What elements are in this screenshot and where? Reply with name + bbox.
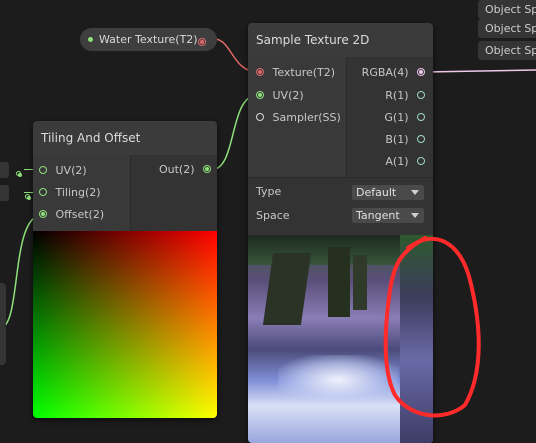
texture-port-icon[interactable] xyxy=(256,68,264,76)
offscreen-input-uv xyxy=(0,162,9,178)
tiling-panel-divider xyxy=(130,155,131,231)
chevron-down-icon xyxy=(411,213,419,218)
offscreen-port-tiling[interactable] xyxy=(24,193,31,200)
offset-port-icon[interactable] xyxy=(39,210,47,218)
tiling-input-offset-label: Offset(2) xyxy=(55,208,105,221)
out-port-icon[interactable] xyxy=(203,165,211,173)
wire-rgba xyxy=(424,69,536,73)
a-port-icon[interactable] xyxy=(417,157,425,165)
b-port-icon[interactable] xyxy=(417,135,425,143)
tiling-input-tiling-label: Tiling(2) xyxy=(55,186,101,199)
object-space-button-2[interactable]: Object Spa xyxy=(478,19,536,38)
offscreen-port-uv[interactable] xyxy=(16,170,22,177)
input-uv-label: UV(2) xyxy=(272,89,304,102)
space-dropdown-value: Tangent xyxy=(356,209,400,222)
input-texture[interactable]: Texture(T2) xyxy=(256,62,335,84)
preview-tree-center xyxy=(328,247,350,317)
output-g[interactable]: G(1) xyxy=(384,107,425,129)
type-label: Type xyxy=(256,185,282,198)
input-uv[interactable]: UV(2) xyxy=(256,85,304,107)
tiling-input-offset[interactable]: Offset(2) xyxy=(39,204,104,226)
tiling-input-uv[interactable]: UV(2) xyxy=(39,160,87,182)
uv-port-icon[interactable] xyxy=(256,91,264,99)
tiling-and-offset-node[interactable]: Tiling And Offset UV(2) Tiling(2) Offset… xyxy=(33,121,217,418)
rgba-port-icon[interactable] xyxy=(417,68,425,76)
panel-divider xyxy=(346,57,347,177)
sample-texture-title: Sample Texture 2D xyxy=(248,23,433,57)
output-a-label: A(1) xyxy=(385,155,409,168)
output-rgba[interactable]: RGBA(4) xyxy=(362,62,425,84)
uv-port-icon[interactable] xyxy=(39,166,47,174)
space-label: Space xyxy=(256,209,290,222)
input-sampler[interactable]: Sampler(SS) xyxy=(256,107,341,129)
r-port-icon[interactable] xyxy=(417,91,425,99)
output-a[interactable]: A(1) xyxy=(385,151,425,173)
output-r-label: R(1) xyxy=(385,89,409,102)
water-texture-output-port[interactable] xyxy=(198,38,206,46)
output-r[interactable]: R(1) xyxy=(385,85,425,107)
g-port-icon[interactable] xyxy=(417,113,425,121)
tiling-offset-title: Tiling And Offset xyxy=(33,121,217,155)
red-circle-annotation xyxy=(383,236,481,418)
property-dot-icon xyxy=(88,37,93,42)
object-space-button-1[interactable]: Object Spa xyxy=(478,0,536,19)
water-texture-label: Water Texture(T2) xyxy=(99,33,198,46)
tiling-input-tiling[interactable]: Tiling(2) xyxy=(39,182,101,204)
offscreen-input-tiling xyxy=(0,185,9,201)
uv-gradient-preview xyxy=(33,231,217,418)
preview-tree-right xyxy=(353,255,367,310)
output-g-label: G(1) xyxy=(384,111,409,124)
output-b[interactable]: B(1) xyxy=(385,129,425,151)
tiling-output-label: Out(2) xyxy=(158,163,195,176)
chevron-down-icon xyxy=(411,190,419,195)
tiling-input-uv-label: UV(2) xyxy=(55,164,87,177)
space-dropdown[interactable]: Tangent xyxy=(352,208,424,223)
sampler-port-icon[interactable] xyxy=(256,113,264,121)
output-rgba-label: RGBA(4) xyxy=(361,66,409,79)
object-space-button-3[interactable]: Object Spa xyxy=(478,41,536,60)
type-dropdown[interactable]: Default xyxy=(352,185,424,200)
offscreen-node xyxy=(0,283,6,365)
input-sampler-label: Sampler(SS) xyxy=(272,111,341,124)
input-texture-label: Texture(T2) xyxy=(272,66,336,79)
settings-divider xyxy=(248,177,433,178)
type-dropdown-value: Default xyxy=(356,186,397,199)
tiling-port-icon[interactable] xyxy=(39,188,47,196)
output-b-label: B(1) xyxy=(385,133,409,146)
water-texture-node[interactable]: Water Texture(T2) xyxy=(80,28,217,51)
tiling-output-out[interactable]: Out(2) xyxy=(159,159,211,181)
